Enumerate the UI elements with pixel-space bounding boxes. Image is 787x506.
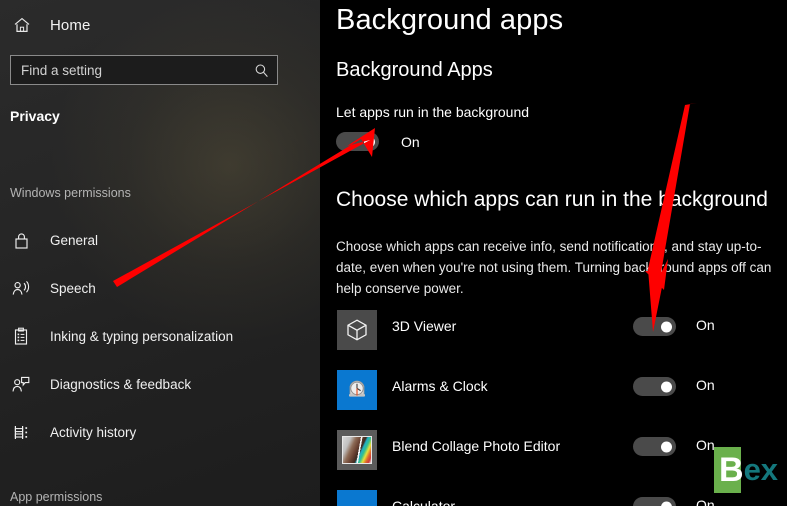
choose-apps-heading: Choose which apps can run in the backgro… [336,188,768,211]
sidebar-item-diagnostics-feedback[interactable]: Diagnostics & feedback [0,367,320,401]
app-row: 3D Viewer On [320,310,787,370]
watermark-bex: B ex [714,447,778,493]
lock-icon [10,229,32,251]
toggle-knob [661,441,672,452]
app-name: Blend Collage Photo Editor [392,438,561,454]
app-toggle-switch[interactable] [633,377,676,396]
app-toggle-state: On [696,497,715,506]
page-title: Background apps [336,4,564,36]
master-toggle-row: On [336,132,420,151]
master-toggle-label: Let apps run in the background [336,104,530,120]
toggle-knob [364,136,375,147]
app-toggle-state: On [696,317,715,333]
sidebar-item-label: Diagnostics & feedback [50,376,192,392]
toggle-knob [661,381,672,392]
cube-icon [337,310,377,350]
settings-window: Home Privacy Windows permissions General [0,0,787,506]
clipboard-icon [10,325,32,347]
app-toggle-state: On [696,377,715,393]
timeline-icon [10,421,32,443]
app-name: Alarms & Clock [392,378,488,394]
master-toggle-state: On [401,133,420,150]
sidebar-item-home[interactable]: Home [10,10,90,40]
search-box[interactable] [10,55,278,85]
calculator-icon [337,490,377,506]
sidebar-item-activity-history[interactable]: Activity history [0,415,320,449]
app-toggle-switch[interactable] [633,497,676,506]
main-content: Background apps Background Apps Let apps… [320,0,787,506]
sidebar-group-windows-permissions: Windows permissions [10,186,131,200]
search-icon[interactable] [253,62,269,78]
home-icon [10,13,34,37]
sidebar-item-label: Inking & typing personalization [50,328,234,344]
sidebar-item-label: Activity history [50,424,137,440]
sidebar-home-label: Home [50,16,91,34]
alarm-clock-icon [337,370,377,410]
person-feedback-icon [10,373,32,395]
section-heading-background-apps: Background Apps [336,59,493,81]
sidebar: Home Privacy Windows permissions General [0,0,320,506]
choose-apps-description: Choose which apps can receive info, send… [336,239,772,296]
watermark-letters-ex: ex [743,452,779,487]
app-toggle-switch[interactable] [633,437,676,456]
sidebar-group-app-permissions: App permissions [10,490,103,504]
photo-collage-icon [337,430,377,470]
search-input[interactable] [21,62,253,78]
app-toggle-state: On [696,437,715,453]
toggle-knob [661,321,672,332]
sidebar-item-label: General [50,232,99,248]
toggle-knob [661,501,672,506]
master-toggle-switch[interactable] [336,132,379,151]
app-row: Alarms & Clock On [320,370,787,430]
app-name: Calculator [392,498,456,506]
speech-person-icon [10,277,32,299]
app-name: 3D Viewer [392,318,457,334]
sidebar-item-inking-typing[interactable]: Inking & typing personalization [0,319,320,353]
app-toggle-switch[interactable] [633,317,676,336]
sidebar-item-label: Speech [50,280,96,296]
sidebar-item-speech[interactable]: Speech [0,271,320,305]
sidebar-section-title: Privacy [10,108,60,124]
sidebar-item-general[interactable]: General [0,223,320,257]
watermark-letter-b: B [719,451,744,489]
